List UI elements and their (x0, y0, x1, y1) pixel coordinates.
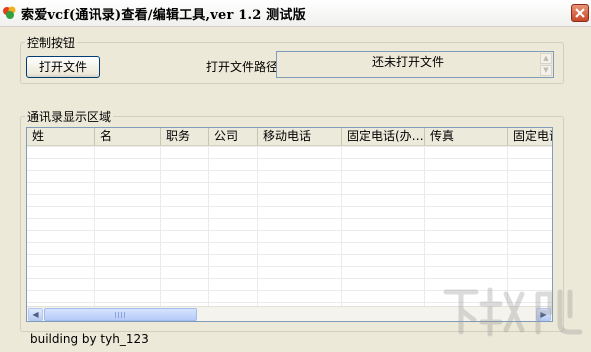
column-divider (341, 146, 342, 306)
watermark-logo (443, 287, 583, 337)
list-header: 姓 名 职务 公司 移动电话 固定电话(办… 传真 固定电话 (27, 128, 552, 146)
scrollbar-thumb[interactable] (44, 308, 197, 321)
column-divider (94, 146, 95, 306)
window-title: 索爱vcf(通讯录)查看/编辑工具,ver 1.2 测试版 (21, 8, 306, 23)
column-divider (208, 146, 209, 306)
close-icon (575, 8, 585, 18)
path-field[interactable]: 还未打开文件 ▲ ▼ (276, 51, 554, 78)
path-label: 打开文件路径: (206, 60, 283, 74)
column-header-home-phone[interactable]: 固定电话 (508, 128, 552, 145)
column-header-surname[interactable]: 姓 (27, 128, 95, 145)
app-icon (3, 6, 16, 19)
path-scrollbar[interactable]: ▲ ▼ (539, 52, 553, 77)
column-divider (424, 146, 425, 306)
footer-credit: building by tyh_123 (30, 332, 149, 346)
column-header-office-phone[interactable]: 固定电话(办… (342, 128, 425, 145)
scroll-up-icon[interactable]: ▲ (540, 53, 552, 64)
column-header-title[interactable]: 职务 (161, 128, 209, 145)
scroll-left-icon[interactable]: ◀ (28, 308, 43, 321)
column-divider (160, 146, 161, 306)
close-button[interactable] (571, 4, 589, 22)
open-file-button[interactable]: 打开文件 (26, 56, 100, 78)
column-header-mobile[interactable]: 移动电话 (258, 128, 342, 145)
thumb-grip (115, 312, 125, 318)
path-value: 还未打开文件 (371, 55, 444, 69)
control-group-legend: 控制按钮 (27, 36, 76, 50)
contacts-group-legend: 通讯录显示区域 (27, 110, 112, 124)
column-divider (257, 146, 258, 306)
title-bar: 索爱vcf(通讯录)查看/编辑工具,ver 1.2 测试版 (0, 0, 591, 27)
scroll-down-icon[interactable]: ▼ (540, 65, 552, 76)
column-header-company[interactable]: 公司 (209, 128, 258, 145)
column-header-fax[interactable]: 传真 (425, 128, 508, 145)
column-header-given-name[interactable]: 名 (95, 128, 161, 145)
